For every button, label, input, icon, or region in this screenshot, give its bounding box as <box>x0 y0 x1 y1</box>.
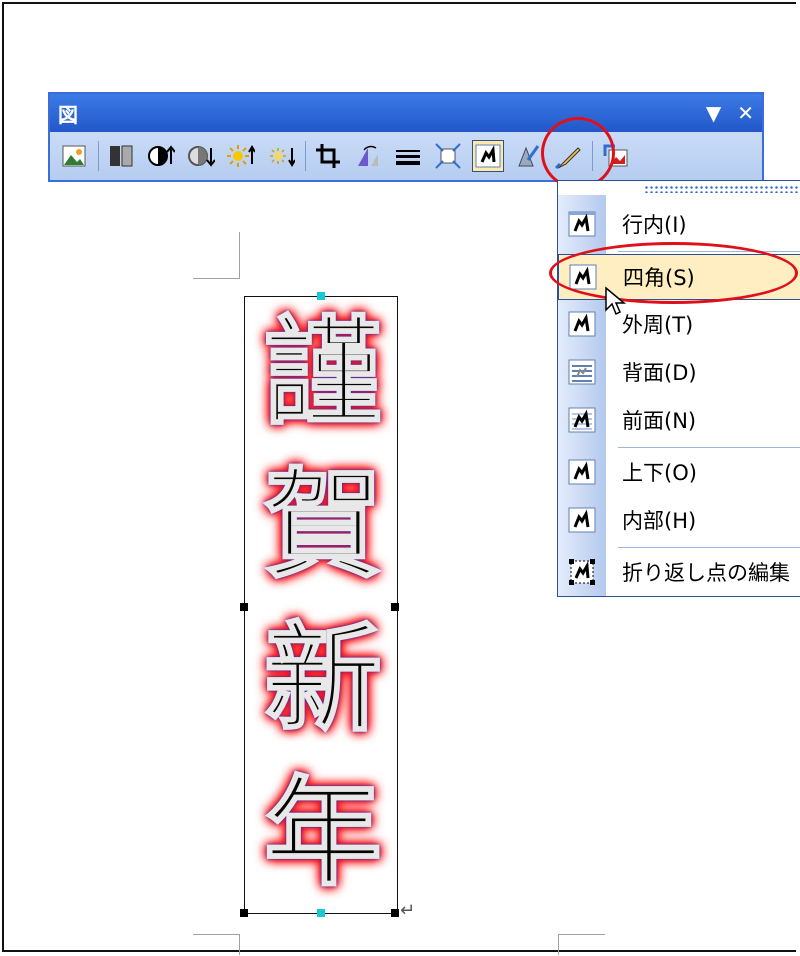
banner-character: 謹 <box>263 304 383 442</box>
selection-handle[interactable] <box>240 603 248 611</box>
less-brightness-icon[interactable] <box>265 140 297 172</box>
paragraph-mark: ↵ <box>400 900 416 921</box>
menu-item-label: 上下(O) <box>622 461 697 485</box>
wrap-square-icon <box>567 261 599 293</box>
toolbar-options-button[interactable]: ▼ <box>706 101 721 125</box>
wrap-behind-text-icon <box>566 356 598 388</box>
toolbar-separator <box>592 141 593 171</box>
selection-handle[interactable] <box>317 909 325 917</box>
margin-corner-mark <box>558 934 605 955</box>
menu-item-through[interactable]: 内部(H) <box>558 497 800 543</box>
color-icon[interactable] <box>105 140 137 172</box>
selection-handle[interactable] <box>240 909 248 917</box>
set-transparent-color-icon[interactable] <box>552 140 584 172</box>
menu-item-label: 外周(T) <box>622 313 694 337</box>
mouse-pointer-icon <box>605 286 627 316</box>
menu-drag-grip[interactable] <box>644 185 800 193</box>
text-wrapping-icon[interactable] <box>472 140 504 172</box>
menu-item-top-bottom[interactable]: 上下(O) <box>558 449 800 495</box>
menu-item-inline[interactable]: 行内(I) <box>558 201 800 247</box>
edit-wrap-points-icon <box>566 556 598 588</box>
wrap-inline-icon <box>566 208 598 240</box>
menu-item-label: 行内(I) <box>622 213 687 237</box>
toolbar-title: 図 <box>58 102 78 127</box>
more-brightness-icon[interactable] <box>225 140 257 172</box>
compress-picture-icon[interactable] <box>432 140 464 172</box>
menu-separator <box>618 547 800 548</box>
toolbar-separator <box>305 141 306 171</box>
menu-separator <box>618 447 800 448</box>
menu-item-label: 内部(H) <box>622 509 697 533</box>
toolbar-title-bar[interactable]: 図 ▼ ✕ <box>50 94 762 132</box>
margin-corner-mark <box>193 232 240 279</box>
menu-item-square[interactable]: 四角(S) <box>558 254 800 300</box>
selection-handle[interactable] <box>391 909 399 917</box>
menu-item-in-front[interactable]: 前面(N) <box>558 397 800 443</box>
rotate-icon[interactable] <box>352 140 384 172</box>
new-year-banner-image[interactable]: 謹 賀 新 年 <box>244 296 398 914</box>
margin-corner-mark <box>193 934 240 955</box>
menu-item-label: 折り返し点の編集 <box>622 561 790 585</box>
selection-handle[interactable] <box>391 603 399 611</box>
banner-character: 新 <box>263 610 383 748</box>
menu-item-behind-text[interactable]: 背面(D) <box>558 349 800 395</box>
wrap-tight-icon <box>566 308 598 340</box>
line-style-icon[interactable] <box>392 140 424 172</box>
less-contrast-icon[interactable] <box>185 140 217 172</box>
menu-item-label: 四角(S) <box>623 266 695 290</box>
menu-item-label: 背面(D) <box>622 361 697 385</box>
selection-handle[interactable] <box>317 292 325 300</box>
toolbar-separator <box>98 141 99 171</box>
menu-separator <box>618 251 800 252</box>
wrap-in-front-icon <box>566 404 598 436</box>
wrap-top-bottom-icon <box>566 456 598 488</box>
banner-character: 賀 <box>263 456 383 594</box>
toolbar-close-button[interactable]: ✕ <box>737 101 754 125</box>
banner-character: 年 <box>263 764 383 902</box>
crop-icon[interactable] <box>312 140 344 172</box>
menu-item-edit-wrap-points[interactable]: 折り返し点の編集 <box>558 549 800 595</box>
reset-picture-icon[interactable] <box>599 140 631 172</box>
text-wrapping-menu: 行内(I) 四角(S) 外周(T) 背面(D) 前面(N) 上下(O) 内部(H… <box>557 180 800 597</box>
picture-toolbar: 図 ▼ ✕ <box>48 92 764 182</box>
insert-picture-icon[interactable] <box>58 140 90 172</box>
more-contrast-icon[interactable] <box>145 140 177 172</box>
format-picture-icon[interactable] <box>512 140 544 172</box>
menu-item-tight[interactable]: 外周(T) <box>558 301 800 347</box>
menu-item-label: 前面(N) <box>622 409 697 433</box>
wrap-through-icon <box>566 504 598 536</box>
